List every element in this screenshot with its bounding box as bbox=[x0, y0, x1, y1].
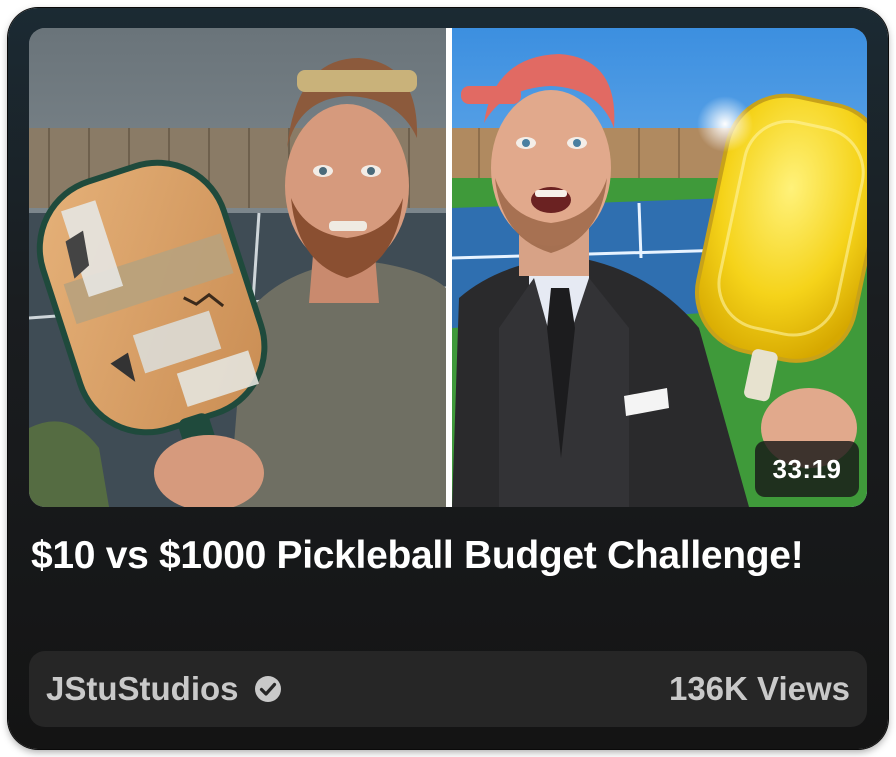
channel-name[interactable]: JStuStudios bbox=[46, 670, 239, 708]
view-count: 136K Views bbox=[668, 670, 850, 707]
video-thumbnail[interactable]: 33:19 bbox=[29, 28, 867, 507]
thumbnail-image bbox=[29, 28, 867, 507]
video-title[interactable]: $10 vs $1000 Pickleball Budget Challenge… bbox=[31, 532, 871, 580]
video-card[interactable]: 33:19 $10 vs $1000 Pickleball Budget Cha… bbox=[8, 8, 888, 749]
video-meta-bar: JStuStudios 136K Views bbox=[29, 651, 867, 727]
channel-info[interactable]: JStuStudios bbox=[46, 670, 283, 708]
verified-check-icon bbox=[254, 676, 281, 702]
video-duration-badge: 33:19 bbox=[755, 441, 859, 497]
